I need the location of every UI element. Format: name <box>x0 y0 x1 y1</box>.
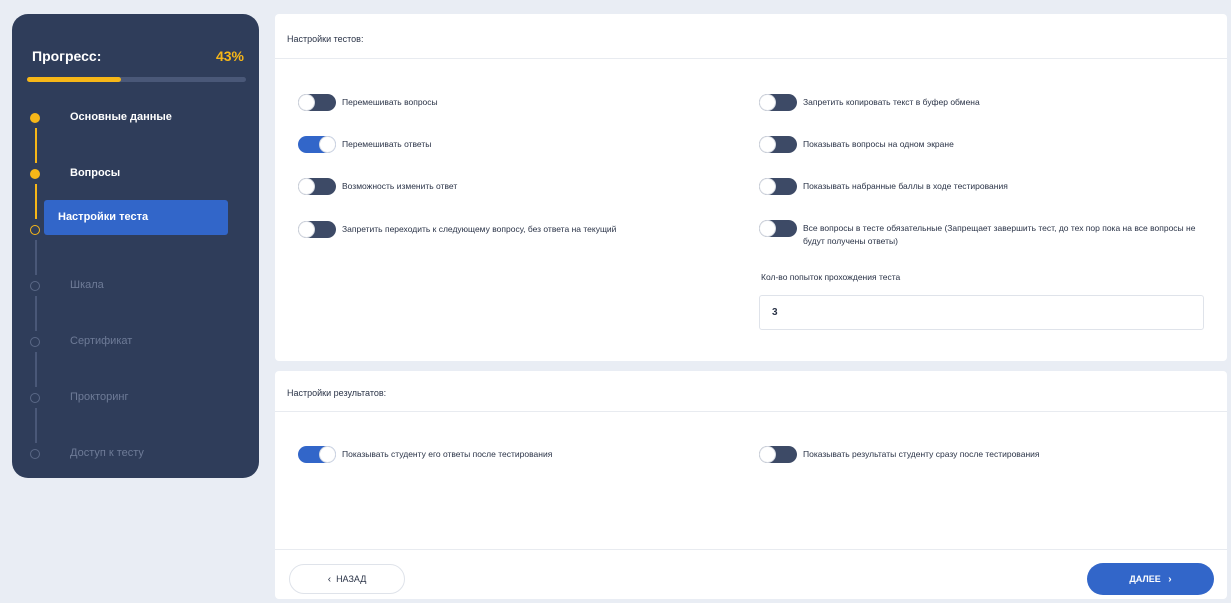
progress-percent: 43% <box>215 48 244 64</box>
chevron-right-icon: › <box>1168 573 1172 585</box>
next-button[interactable]: ДАЛЕЕ › <box>1087 563 1214 595</box>
toggle-block-skip[interactable]: Запретить переходить к следующему вопрос… <box>298 221 738 238</box>
toggle-shuffle-questions[interactable]: Перемешивать вопросы <box>298 94 718 111</box>
chevron-left-icon: ‹ <box>327 573 332 585</box>
step-basic-data[interactable]: Основные данные <box>12 100 259 136</box>
toggle-show-student-answers[interactable]: Показывать студенту его ответы после тес… <box>298 446 738 463</box>
toggle-label: Возможность изменить ответ <box>342 181 458 191</box>
toggle-single-screen[interactable]: Показывать вопросы на одном экране <box>759 136 1209 153</box>
toggle-label: Запретить переходить к следующему вопрос… <box>342 224 617 234</box>
divider <box>275 549 1227 550</box>
step-dot-icon <box>30 169 40 179</box>
step-label: Шкала <box>70 279 104 291</box>
divider <box>275 411 1227 412</box>
toggle-show-score[interactable]: Показывать набранные баллы в ходе тестир… <box>759 178 1209 195</box>
step-dot-icon <box>30 393 40 403</box>
step-dot-icon <box>30 281 40 291</box>
step-dot-icon <box>30 225 40 235</box>
next-button-label: ДАЛЕЕ <box>1129 574 1161 584</box>
result-settings-card: Настройки результатов: Показывать студен… <box>275 371 1227 599</box>
step-label: Сертификат <box>70 335 133 347</box>
step-certificate[interactable]: Сертификат <box>12 324 259 360</box>
attempts-field[interactable] <box>759 295 1204 330</box>
step-dot-icon <box>30 449 40 459</box>
toggle-switch[interactable] <box>298 136 336 153</box>
toggle-switch[interactable] <box>759 178 797 195</box>
toggle-show-results-immediately[interactable]: Показывать результаты студенту сразу пос… <box>759 446 1209 463</box>
step-scale[interactable]: Шкала <box>12 268 259 304</box>
step-label: Настройки теста <box>58 211 149 223</box>
toggle-label: Показывать результаты студенту сразу пос… <box>803 449 1040 459</box>
back-button-label: НАЗАД <box>336 574 367 584</box>
step-proctoring[interactable]: Прокторинг <box>12 380 259 416</box>
toggle-switch[interactable] <box>298 446 336 463</box>
back-button[interactable]: ‹ НАЗАД <box>289 564 405 594</box>
toggle-label: Запретить копировать текст в буфер обмен… <box>803 97 980 107</box>
toggle-switch[interactable] <box>759 220 797 237</box>
toggle-required-questions[interactable]: Все вопросы в тесте обязательные (Запрещ… <box>759 220 1209 248</box>
toggle-switch[interactable] <box>759 136 797 153</box>
toggle-switch[interactable] <box>759 446 797 463</box>
toggle-label: Перемешивать вопросы <box>342 97 438 107</box>
divider <box>275 58 1227 59</box>
toggle-switch[interactable] <box>298 94 336 111</box>
toggle-label: Все вопросы в тесте обязательные (Запрещ… <box>803 223 1196 246</box>
progress-label: Прогресс: <box>32 48 102 64</box>
step-test-settings[interactable]: Настройки теста <box>44 200 228 235</box>
toggle-switch[interactable] <box>298 221 336 238</box>
toggle-switch[interactable] <box>759 94 797 111</box>
toggle-label: Показывать набранные баллы в ходе тестир… <box>803 181 1008 191</box>
card-title: Настройки результатов: <box>287 388 387 398</box>
step-questions[interactable]: Вопросы <box>12 156 259 192</box>
step-dot-icon <box>30 113 40 123</box>
attempts-input[interactable] <box>760 296 1203 329</box>
progress-bar <box>27 77 246 82</box>
test-settings-card: Настройки тестов: Перемешивать вопросы П… <box>275 14 1227 361</box>
toggle-shuffle-answers[interactable]: Перемешивать ответы <box>298 136 718 153</box>
toggle-label: Перемешивать ответы <box>342 139 432 149</box>
toggle-switch[interactable] <box>298 178 336 195</box>
step-label: Прокторинг <box>70 391 129 403</box>
attempts-label: Кол-во попыток прохождения теста <box>761 272 901 282</box>
toggle-block-copy[interactable]: Запретить копировать текст в буфер обмен… <box>759 94 1209 111</box>
toggle-label: Показывать студенту его ответы после тес… <box>342 449 553 459</box>
card-title: Настройки тестов: <box>287 34 364 44</box>
step-test-access[interactable]: Доступ к тесту <box>12 436 259 472</box>
step-dot-icon <box>30 337 40 347</box>
step-label: Доступ к тесту <box>70 447 144 459</box>
toggle-label: Показывать вопросы на одном экране <box>803 139 954 149</box>
step-label: Основные данные <box>70 111 172 123</box>
progress-sidebar: Прогресс: 43% Основные данные Вопросы На… <box>12 14 259 478</box>
step-label: Вопросы <box>70 167 121 179</box>
progress-bar-fill <box>27 77 122 82</box>
toggle-change-answer[interactable]: Возможность изменить ответ <box>298 178 718 195</box>
